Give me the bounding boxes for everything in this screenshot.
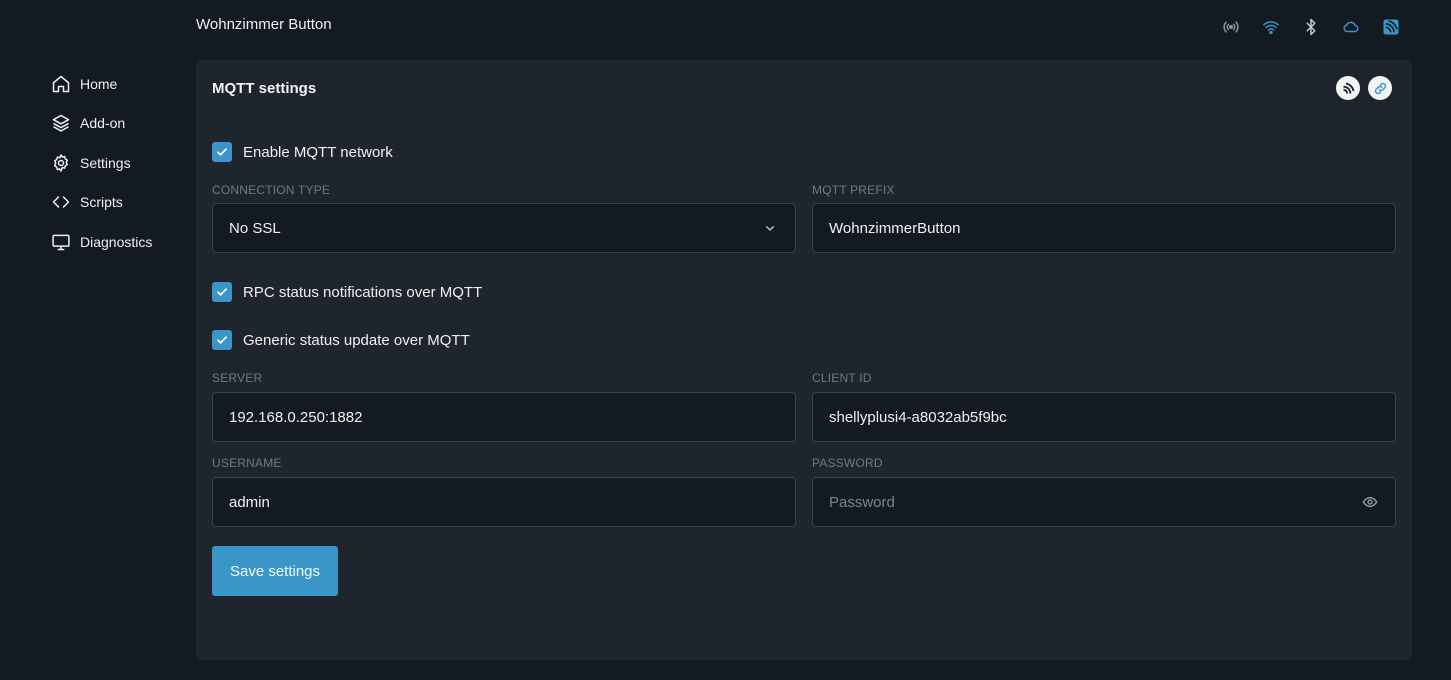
generic-status-row: Generic status update over MQTT [212, 330, 470, 350]
enable-mqtt-label: Enable MQTT network [243, 143, 393, 161]
code-icon [50, 191, 72, 213]
layers-icon [50, 112, 72, 134]
sidebar-item-diagnostics[interactable]: Diagnostics [50, 222, 190, 262]
chevron-down-icon [761, 219, 779, 237]
mqtt-prefix-label: MQTT PREFIX [812, 183, 895, 197]
rpc-notifications-row: RPC status notifications over MQTT [212, 282, 482, 302]
mqtt-feed-button[interactable] [1336, 76, 1360, 100]
enable-mqtt-checkbox[interactable] [212, 142, 232, 162]
sidebar-nav: Home Add-on Settings Scripts Diagnostics [50, 64, 190, 262]
client-id-input[interactable]: shellyplusi4-a8032ab5f9bc [812, 392, 1396, 442]
password-placeholder: Password [829, 493, 895, 511]
enable-mqtt-row: Enable MQTT network [212, 142, 393, 162]
eye-icon[interactable] [1361, 493, 1379, 511]
sidebar-item-add-on[interactable]: Add-on [50, 104, 190, 144]
mqtt-prefix-value: WohnzimmerButton [829, 219, 961, 237]
server-label: SERVER [212, 371, 263, 385]
mqtt-prefix-input[interactable]: WohnzimmerButton [812, 203, 1396, 253]
gear-icon [50, 152, 72, 174]
link-button[interactable] [1368, 76, 1392, 100]
radio-signal-icon[interactable] [1220, 16, 1242, 38]
monitor-icon [50, 231, 72, 253]
status-icons [1220, 16, 1420, 38]
server-input[interactable]: 192.168.0.250:1882 [212, 392, 796, 442]
link-icon [1374, 82, 1386, 94]
home-icon [50, 73, 72, 95]
rss-icon [1342, 82, 1354, 94]
wifi-icon[interactable] [1260, 16, 1282, 38]
client-id-value: shellyplusi4-a8032ab5f9bc [829, 408, 1007, 426]
sidebar-item-label: Diagnostics [80, 233, 153, 250]
connection-type-label: CONNECTION TYPE [212, 183, 331, 197]
generic-status-label: Generic status update over MQTT [243, 331, 470, 349]
client-id-label: CLIENT ID [812, 371, 872, 385]
sidebar-item-settings[interactable]: Settings [50, 143, 190, 183]
card-title: MQTT settings [212, 80, 317, 97]
sidebar-item-home[interactable]: Home [50, 64, 190, 104]
sidebar-item-scripts[interactable]: Scripts [50, 183, 190, 223]
app-root: Wohnzimmer Button Home Add-on Settings S… [0, 0, 1451, 680]
save-settings-button[interactable]: Save settings [212, 546, 338, 596]
mqtt-icon[interactable] [1380, 16, 1402, 38]
check-icon [217, 148, 227, 156]
generic-status-checkbox[interactable] [212, 330, 232, 350]
password-label: PASSWORD [812, 456, 883, 470]
device-title: Wohnzimmer Button [196, 16, 332, 33]
username-value: admin [229, 493, 270, 511]
cloud-icon[interactable] [1340, 16, 1362, 38]
card-actions [1336, 76, 1392, 100]
connection-type-value: No SSL [229, 219, 281, 237]
sidebar-item-label: Scripts [80, 194, 123, 211]
check-icon [217, 288, 227, 296]
mqtt-settings-card: MQTT settings Enable MQTT network CONNEC… [196, 60, 1412, 660]
rpc-notifications-checkbox[interactable] [212, 282, 232, 302]
sidebar-item-label: Add-on [80, 115, 126, 132]
check-icon [217, 336, 227, 344]
password-input[interactable]: Password [812, 477, 1396, 527]
bluetooth-icon[interactable] [1300, 16, 1322, 38]
sidebar-item-label: Settings [80, 154, 131, 171]
username-label: USERNAME [212, 456, 282, 470]
server-value: 192.168.0.250:1882 [229, 408, 363, 426]
connection-type-select[interactable]: No SSL [212, 203, 796, 253]
rpc-notifications-label: RPC status notifications over MQTT [243, 283, 483, 301]
sidebar-item-label: Home [80, 75, 118, 92]
username-input[interactable]: admin [212, 477, 796, 527]
